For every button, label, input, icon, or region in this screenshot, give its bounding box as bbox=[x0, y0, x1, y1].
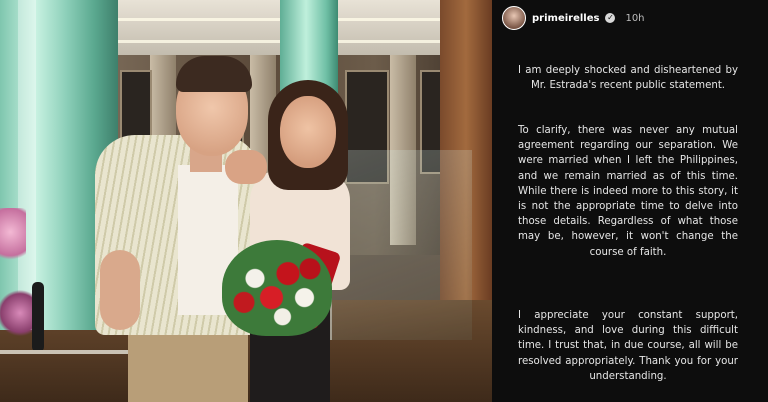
pillar-highlight bbox=[18, 0, 36, 330]
username[interactable]: primeirelles bbox=[532, 13, 599, 24]
story-header: primeirelles ✓ 10h bbox=[502, 6, 645, 30]
story-paragraph: I am deeply shocked and disheartened by … bbox=[518, 65, 738, 92]
woman-face bbox=[280, 96, 336, 168]
man-hair bbox=[176, 56, 252, 92]
couple-photo bbox=[0, 0, 492, 402]
man-arm bbox=[100, 250, 140, 330]
avatar[interactable] bbox=[502, 6, 526, 30]
story-paragraph: To clarify, there was never any mutual a… bbox=[518, 125, 738, 258]
flower-arrangement bbox=[0, 208, 26, 268]
rose-bouquet bbox=[222, 240, 332, 336]
glass-railing bbox=[330, 150, 472, 340]
story-panel: primeirelles ✓ 10h I am deeply shocked a… bbox=[492, 0, 768, 402]
story-paragraph: I appreciate your constant support, kind… bbox=[518, 310, 738, 382]
verified-badge-icon: ✓ bbox=[605, 13, 616, 23]
screenshot: primeirelles ✓ 10h I am deeply shocked a… bbox=[0, 0, 768, 402]
post-time: 10h bbox=[625, 12, 645, 24]
background-person bbox=[32, 282, 44, 352]
railing bbox=[0, 350, 130, 354]
woman-arm bbox=[225, 150, 267, 184]
